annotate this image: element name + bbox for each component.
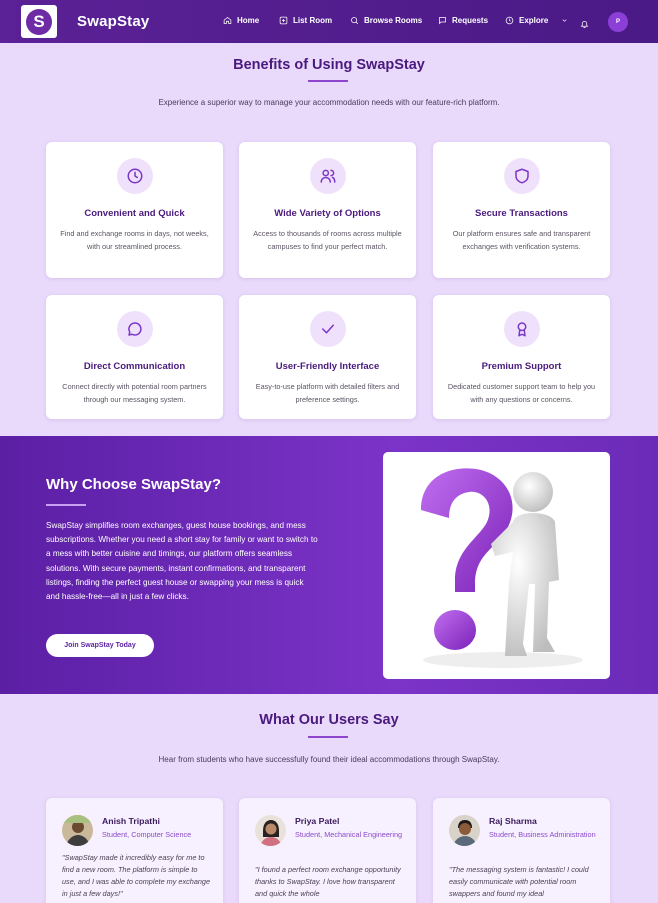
shield-icon	[503, 158, 540, 194]
testimonial-role: Student, Computer Science	[102, 830, 192, 839]
avatar	[62, 815, 93, 846]
benefit-title: Direct Communication	[83, 361, 186, 372]
benefit-description: Dedicated customer support team to help …	[447, 382, 596, 404]
testimonials-title: What Our Users Say	[259, 712, 399, 728]
compass-icon	[505, 16, 514, 25]
testimonial-name: Anish Tripathi	[102, 816, 160, 826]
testimonial-card: Raj Sharma Student, Business Administrat…	[433, 798, 610, 903]
testimonials-underline	[308, 736, 348, 738]
benefit-card: Convenient and Quick Find and exchange r…	[46, 142, 223, 278]
why-title: Why Choose SwapStay?	[46, 476, 222, 493]
notifications-button[interactable]	[580, 16, 589, 34]
nav-home-label: Home	[237, 16, 260, 25]
benefit-title: Secure Transactions	[475, 208, 568, 219]
why-underline	[46, 504, 86, 506]
nav-requests-label: Requests	[452, 16, 489, 25]
chevron-down-icon	[562, 19, 567, 22]
home-icon	[223, 17, 232, 24]
benefit-card: Secure Transactions Our platform ensures…	[433, 142, 610, 278]
testimonial-role: Student, Mechanical Engineering	[295, 830, 403, 839]
user-avatar[interactable]: P	[608, 12, 628, 32]
benefit-description: Connect directly with potential room par…	[62, 382, 207, 404]
nav-explore-label: Explore	[519, 16, 549, 25]
brand-name[interactable]: SwapStay	[77, 13, 149, 30]
avatar	[255, 815, 286, 846]
benefit-title: User-Friendly Interface	[275, 361, 380, 372]
testimonial-quote: "I found a perfect room exchange opportu…	[255, 865, 401, 898]
benefit-title: Convenient and Quick	[84, 208, 185, 219]
testimonial-quote: "SwapStay made it incredibly easy for me…	[62, 853, 211, 898]
chat-icon	[116, 311, 153, 347]
benefits-underline	[308, 80, 348, 82]
join-button[interactable]: Join SwapStay Today	[46, 634, 154, 657]
logo[interactable]: S	[21, 5, 57, 38]
nav-requests[interactable]: Requests	[438, 16, 488, 25]
nav-list-room-label: List Room	[293, 16, 333, 25]
benefit-title: Premium Support	[481, 361, 562, 372]
search-icon	[351, 17, 359, 25]
award-icon	[503, 311, 540, 347]
testimonial-card: Anish Tripathi Student, Computer Science…	[46, 798, 223, 903]
testimonials-subtitle: Hear from students who have successfully…	[158, 755, 500, 764]
benefit-title: Wide Variety of Options	[274, 208, 381, 219]
testimonial-card: Priya Patel Student, Mechanical Engineer…	[239, 798, 416, 903]
why-section: Why Choose SwapStay? SwapStay simplifies…	[0, 436, 658, 694]
logo-mark: S	[26, 8, 52, 35]
clock-icon	[116, 158, 153, 194]
benefit-card: Direct Communication Connect directly wi…	[46, 295, 223, 419]
testimonial-quote: "The messaging system is fantastic! I co…	[449, 865, 589, 898]
benefits-title: Benefits of Using SwapStay	[233, 57, 425, 73]
message-icon	[439, 17, 446, 25]
question-mark-illustration	[383, 452, 610, 679]
benefits-subtitle: Experience a superior way to manage your…	[158, 98, 500, 107]
nav-home[interactable]: Home	[223, 16, 259, 25]
benefit-card: Wide Variety of Options Access to thousa…	[239, 142, 416, 278]
benefit-card: Premium Support Dedicated customer suppo…	[433, 295, 610, 419]
nav-browse-rooms[interactable]: Browse Rooms	[350, 16, 422, 25]
benefit-description: Access to thousands of rooms across mult…	[253, 229, 402, 251]
check-icon	[309, 311, 346, 347]
nav-list-room[interactable]: List Room	[279, 16, 332, 25]
benefit-description: Easy-to-use platform with detailed filte…	[255, 382, 400, 404]
benefit-description: Our platform ensures safe and transparen…	[452, 229, 591, 251]
benefit-card: User-Friendly Interface Easy-to-use plat…	[239, 295, 416, 419]
nav-browse-rooms-label: Browse Rooms	[364, 16, 423, 25]
testimonial-role: Student, Business Administration	[489, 830, 596, 839]
testimonial-name: Priya Patel	[295, 816, 340, 826]
benefit-description: Find and exchange rooms in days, not wee…	[60, 229, 209, 251]
why-text: SwapStay simplifies room exchanges, gues…	[46, 521, 318, 602]
top-navbar: S SwapStay Home List Room Browse Rooms R…	[0, 0, 658, 43]
nav-explore[interactable]: Explore	[505, 16, 568, 25]
avatar	[449, 815, 480, 846]
plus-square-icon	[279, 16, 288, 25]
bell-icon	[580, 21, 589, 29]
testimonial-name: Raj Sharma	[489, 816, 537, 826]
users-icon	[309, 158, 346, 194]
